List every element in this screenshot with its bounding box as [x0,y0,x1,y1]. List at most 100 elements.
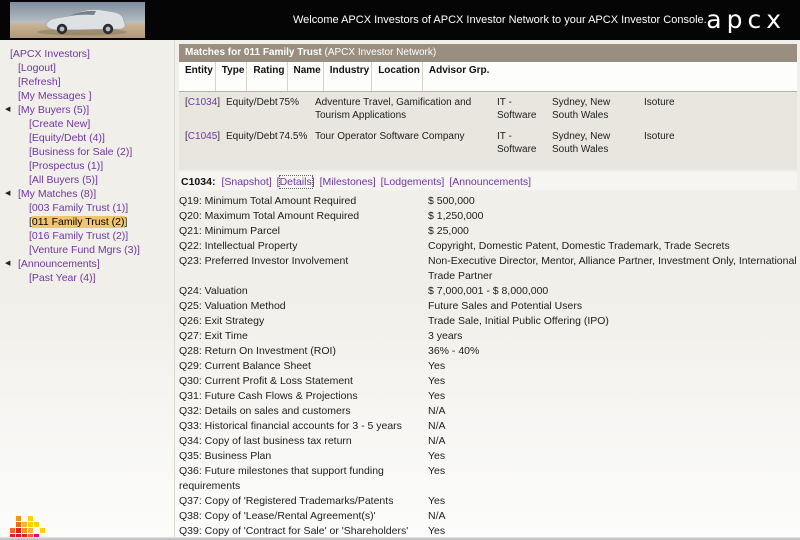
entity-link[interactable]: C1034 [188,97,217,108]
qa-question: Q36: Future milestones that support fund… [179,464,428,494]
column-header: Location [371,62,422,91]
qa-row: Q38: Copy of 'Lease/Rental Agreement(s)'… [179,509,797,524]
tab-label[interactable]: Snapshot [224,176,268,188]
sidebar-item[interactable]: ◀[003 Family Trust (1)] [0,201,174,215]
sidebar-item[interactable]: ◀[Prospectus (1)] [0,159,174,173]
sidebar-item[interactable]: ◀[Equity/Debt (4)] [0,131,174,145]
sidebar-item[interactable]: ◀[Business for Sale (2)] [0,145,174,159]
qa-row: Q20: Maximum Total Amount Required $ 1,2… [179,209,797,224]
entity-label: C1034: [181,176,215,188]
sidebar-item-label[interactable]: Create New [32,118,87,130]
sidebar-item[interactable]: ◀[My Buyers (5)] [0,103,174,117]
cell-industry: IT - Software [491,97,546,122]
sidebar-item-label[interactable]: Business for Sale (2) [32,146,129,158]
cell-type: Equity/Debt [220,131,273,156]
sidebar-item-label[interactable]: My Buyers (5) [21,104,86,116]
logo-pixel [28,516,33,521]
qa-answer: $ 7,000,001 - $ 8,000,000 [428,284,797,299]
column-header: Entity [179,62,215,91]
sidebar-item-label[interactable]: 003 Family Trust (1) [32,202,125,214]
sidebar-item[interactable]: ◀[My Messages ] [0,89,174,103]
tree-collapse-icon[interactable]: ◀ [5,187,10,201]
tab-link[interactable]: [Details] [277,176,315,188]
bracket-close: ] [102,132,105,144]
sidebar-item[interactable]: ◀[016 Family Trust (2)] [0,229,174,243]
sidebar-item-label[interactable]: My Matches (8) [21,188,93,200]
tab-link[interactable]: [Lodgements] [381,176,445,188]
sidebar-item[interactable]: ◀[My Matches (8)] [0,187,174,201]
sidebar-item-label[interactable]: All Buyers (5) [32,174,95,186]
tab-link[interactable]: [Snapshot] [221,176,271,188]
sidebar-item[interactable]: ◀[APCX Investors] [0,47,174,61]
sidebar-item-label[interactable]: Past Year (4) [32,272,93,284]
tab-link[interactable]: [Announcements] [449,176,531,188]
details-section: C1034: [Snapshot] [Details] [Milestones] [Lo… [179,172,797,540]
tab-label[interactable]: Announcements [452,176,528,188]
sidebar-item-label[interactable]: Venture Fund Mgrs (3) [32,244,137,256]
sidebar-item[interactable]: ◀[Announcements] [0,257,174,271]
qa-question: Q34: Copy of last business tax return [179,434,428,449]
cell-location: Sydney, New South Wales [546,131,638,156]
matches-title: Matches for 011 Family Trust [185,47,322,58]
sidebar-item-label[interactable]: APCX Investors [13,48,87,60]
sidebar-item[interactable]: ◀[Refresh] [0,75,174,89]
sidebar-item-label[interactable]: Logout [21,62,53,74]
sidebar-item-label[interactable]: 011 Family Trust (2) [32,216,125,228]
qa-row: Q22: Intellectual Property Copyright, Do… [179,239,797,254]
matches-table-body: [C1034] Equity/Debt 75% Adventure Travel… [179,92,797,160]
tree-collapse-icon[interactable]: ◀ [5,257,10,271]
bracket-close: ] [312,176,315,188]
sidebar-item-label[interactable]: Prospectus (1) [32,160,100,172]
qa-answer: N/A [428,419,797,434]
sidebar-item[interactable]: ◀[Past Year (4)] [0,271,174,285]
tab-label[interactable]: Details [280,176,312,188]
qa-answer: Trade Sale, Initial Public Offering (IPO… [428,314,797,329]
qa-row: Q23: Preferred Investor Involvement Non-… [179,254,797,284]
qa-row: Q29: Current Balance Sheet Yes [179,359,797,374]
logo-pixel [22,528,27,533]
logo-pixel [16,528,21,533]
qa-question: Q32: Details on sales and customers [179,404,428,419]
qa-answer: $ 500,000 [428,194,797,209]
cell-name: Adventure Travel, Gamification and Touri… [309,97,491,122]
bracket-close: ] [125,230,128,242]
header-car-photo [10,2,145,38]
sidebar-item[interactable]: ◀[All Buyers (5)] [0,173,174,187]
sidebar-item-label[interactable]: 016 Family Trust (2) [32,230,125,242]
sidebar-item-label[interactable]: Announcements [21,258,97,270]
sidebar-item-label[interactable]: Refresh [21,76,58,88]
tree-collapse-icon[interactable]: ◀ [5,103,10,117]
sidebar-item[interactable]: ◀[Logout] [0,61,174,75]
qa-answer: Yes [428,359,797,374]
qa-row: Q27: Exit Time 3 years [179,329,797,344]
qa-question: Q28: Return On Investment (ROI) [179,344,428,359]
tab-link[interactable]: [Milestones] [320,176,376,188]
qa-row: Q36: Future milestones that support fund… [179,464,797,494]
qa-row: Q19: Minimum Total Amount Required $ 500… [179,194,797,209]
qa-question: Q26: Exit Strategy [179,314,428,329]
sidebar-item[interactable]: ◀[Create New] [0,117,174,131]
bracket-close: ] [137,244,140,256]
cell-type: Equity/Debt [220,97,273,122]
column-header: Advisor Grp. [422,62,492,91]
cell-rating: 74.5% [273,131,309,156]
qa-answer: N/A [428,509,797,524]
qa-question: Q31: Future Cash Flows & Projections [179,389,428,404]
bracket-close: ] [87,118,90,130]
cell-entity: [C1045] [179,131,220,156]
column-header: Rating [246,62,286,91]
sidebar-item[interactable]: ◀[Venture Fund Mgrs (3)] [0,243,174,257]
car-photo-graphic [10,2,145,38]
sidebar-item-label[interactable]: Equity/Debt (4) [32,132,102,144]
bracket-close: ] [100,160,103,172]
qa-row: Q24: Valuation $ 7,000,001 - $ 8,000,000 [179,284,797,299]
bracket-close: ] [93,272,96,284]
qa-question: Q22: Intellectual Property [179,239,428,254]
tab-label[interactable]: Milestones [323,176,373,188]
sidebar-item-label[interactable]: My Messages [21,90,89,102]
table-row: [C1034] Equity/Debt 75% Adventure Travel… [179,92,797,126]
tab-label[interactable]: Lodgements [384,176,442,188]
sidebar-item[interactable]: ◀[011 Family Trust (2)] [0,215,174,229]
qa-answer: Non-Executive Director, Mentor, Alliance… [428,254,797,284]
entity-link[interactable]: C1045 [188,131,217,142]
